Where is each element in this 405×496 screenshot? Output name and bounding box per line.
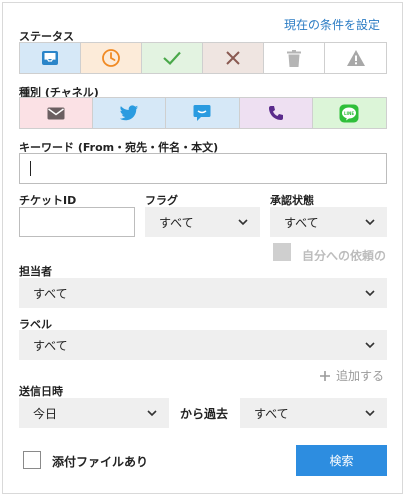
chevron-down-icon <box>238 219 248 226</box>
check-icon <box>162 50 182 66</box>
cross-icon <box>225 50 241 66</box>
channel-filter-group: LINE <box>19 97 387 129</box>
channel-phone-toggle[interactable] <box>239 98 313 128</box>
channel-mail-toggle[interactable] <box>20 98 94 128</box>
chevron-down-icon <box>365 342 375 349</box>
add-label-link[interactable]: 追加する <box>319 367 384 384</box>
clock-icon <box>101 48 121 68</box>
search-button[interactable]: 検索 <box>296 445 387 476</box>
attachment-label: 添付ファイルあり <box>52 455 149 469</box>
ticket-id-input[interactable] <box>19 207 135 237</box>
attachment-checkbox[interactable] <box>23 451 41 469</box>
channel-twitter-toggle[interactable] <box>93 98 167 128</box>
assignee-select-value: すべて <box>33 286 68 301</box>
trash-icon <box>287 49 301 67</box>
self-request-checkbox[interactable] <box>273 243 291 261</box>
twitter-icon <box>119 104 139 122</box>
plus-icon <box>320 370 330 381</box>
text-cursor <box>30 161 31 176</box>
sent-date-label: 送信日時 <box>19 385 63 398</box>
status-filter-group <box>19 42 387 74</box>
channel-chat-toggle[interactable] <box>166 98 240 128</box>
flag-select[interactable]: すべて <box>145 207 260 237</box>
flag-label: フラグ <box>145 194 178 207</box>
self-request-label-clip: 自分への依頼の <box>302 245 392 261</box>
inbox-icon <box>41 50 59 66</box>
warning-icon <box>346 49 366 67</box>
sent-date-to-select[interactable]: すべて <box>240 398 387 428</box>
sent-date-to-value: すべて <box>254 406 289 421</box>
channel-line-toggle[interactable]: LINE <box>312 98 386 128</box>
approval-select[interactable]: すべて <box>270 207 387 237</box>
approval-select-value: すべて <box>284 215 319 230</box>
sent-date-connector: から過去 <box>180 407 229 421</box>
reset-conditions-link[interactable]: 現在の条件を設定 <box>284 16 380 33</box>
ticket-id-label: チケットID <box>19 194 77 207</box>
chevron-down-icon <box>365 410 375 417</box>
chat-icon <box>193 104 211 122</box>
assignee-select[interactable]: すべて <box>19 278 387 308</box>
add-label-text: 追加する <box>336 369 385 383</box>
status-inbox-toggle[interactable] <box>20 43 81 73</box>
flag-select-value: すべて <box>159 215 194 230</box>
label-select[interactable]: すべて <box>19 330 387 360</box>
chevron-down-icon <box>147 410 157 417</box>
phone-icon <box>268 105 284 121</box>
label-select-value: すべて <box>33 338 68 353</box>
self-request-label: 自分への依頼の <box>302 249 387 261</box>
sent-date-from-select[interactable]: 今日 <box>19 398 169 428</box>
svg-text:LINE: LINE <box>344 110 354 115</box>
approval-label: 承認状態 <box>270 194 314 207</box>
chevron-down-icon <box>365 219 375 226</box>
keyword-input[interactable] <box>19 153 387 184</box>
status-cross-toggle[interactable] <box>203 43 264 73</box>
chevron-down-icon <box>365 290 375 297</box>
status-warning-toggle[interactable] <box>325 43 386 73</box>
status-trash-toggle[interactable] <box>264 43 325 73</box>
assignee-label: 担当者 <box>19 265 52 278</box>
mail-icon <box>47 107 65 120</box>
status-check-toggle[interactable] <box>142 43 203 73</box>
status-clock-toggle[interactable] <box>81 43 142 73</box>
search-panel: 現在の条件を設定 ステータス 種別 (チャネル) LINE キーワード (Fro… <box>2 2 403 494</box>
sent-date-from-value: 今日 <box>33 406 58 421</box>
line-icon: LINE <box>339 104 359 123</box>
